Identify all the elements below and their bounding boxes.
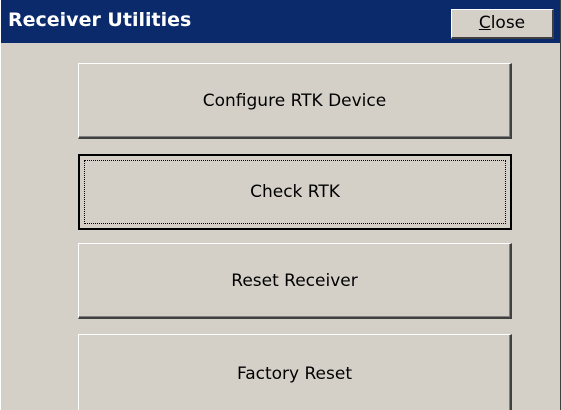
check-rtk-button[interactable]: Check RTK bbox=[78, 154, 512, 230]
close-button-mnemonic: C bbox=[478, 13, 491, 33]
factory-reset-button[interactable]: Factory Reset bbox=[78, 334, 512, 410]
close-button-label: lose bbox=[490, 13, 526, 33]
configure-rtk-device-button[interactable]: Configure RTK Device bbox=[78, 63, 512, 139]
receiver-utilities-window: Receiver Utilities Close Configure RTK D… bbox=[0, 0, 561, 410]
reset-receiver-button[interactable]: Reset Receiver bbox=[78, 243, 512, 319]
check-rtk-label: Check RTK bbox=[250, 182, 340, 202]
close-button[interactable]: Close bbox=[451, 9, 554, 39]
title-bar: Receiver Utilities Close bbox=[1, 0, 560, 43]
configure-rtk-device-label: Configure RTK Device bbox=[202, 90, 387, 111]
reset-receiver-label: Reset Receiver bbox=[231, 270, 358, 291]
factory-reset-label: Factory Reset bbox=[237, 363, 352, 384]
window-title: Receiver Utilities bbox=[8, 9, 192, 31]
